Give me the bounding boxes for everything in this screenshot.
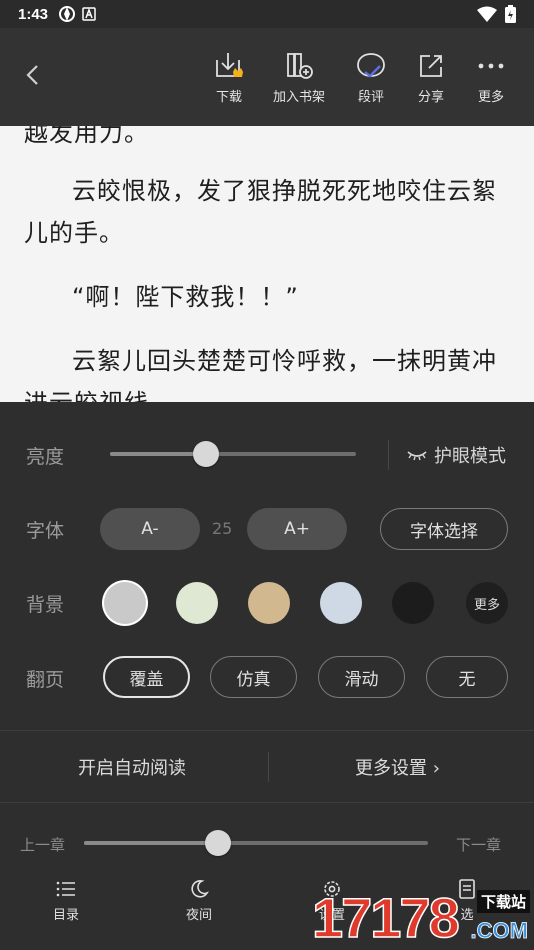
bookshelf-add-icon — [287, 53, 313, 79]
sync-status-icon — [59, 6, 76, 22]
bottom-links-divider — [268, 752, 269, 782]
background-swatch-black[interactable] — [392, 582, 434, 624]
site-watermark: 17178 下载站 .COM — [311, 884, 534, 950]
share-label: 分享 — [417, 90, 444, 105]
add-to-shelf-button[interactable]: 加入书架 — [268, 50, 330, 105]
page-turn-cover[interactable]: 覆盖 — [103, 656, 190, 698]
wifi-icon — [477, 6, 497, 22]
reading-page[interactable]: 越发用力。 云皎恨极，发了狠挣脱死死地咬住云絮儿的手。 “啊！陛下救我！！” 云… — [0, 126, 534, 402]
paragraph-4: 云絮儿回头楚楚可怜呼救，一抹明黄冲进云皎视线 — [24, 347, 497, 402]
toc-label: 目录 — [52, 908, 79, 923]
prev-chapter-button[interactable]: 上一章 — [20, 834, 65, 855]
chapter-progress-knob[interactable] — [205, 830, 232, 856]
back-button[interactable] — [18, 58, 48, 92]
list-icon — [56, 881, 75, 897]
share-icon — [420, 55, 442, 77]
brightness-slider-knob[interactable] — [192, 441, 219, 467]
brightness-label: 亮度 — [26, 446, 65, 468]
font-label: 字体 — [26, 520, 65, 542]
next-chapter-button[interactable]: 下一章 — [456, 834, 501, 855]
eye-mode-label: 护眼模式 — [434, 446, 506, 467]
background-swatch-green[interactable] — [176, 582, 218, 624]
download-button[interactable]: 下载 — [198, 50, 260, 105]
night-mode-label: 夜间 — [185, 908, 212, 923]
page-turn-none[interactable]: 无 — [426, 656, 508, 698]
more-button[interactable]: 更多 — [460, 50, 522, 105]
more-settings-button[interactable]: 更多设置 › — [355, 754, 440, 780]
chapter-progress-slider[interactable] — [84, 841, 428, 845]
chevron-left-icon — [26, 65, 38, 85]
night-mode-button[interactable]: 夜间 — [164, 878, 234, 923]
settings-panel: 亮度 护眼模式 字体 A- 25 A+ 字体选择 背景 更多 翻页 覆盖 仿真 … — [0, 402, 534, 950]
panel-divider-1 — [0, 730, 534, 731]
share-button[interactable]: 分享 — [400, 50, 462, 105]
panel-divider-2 — [0, 802, 534, 803]
page-turn-slide[interactable]: 滑动 — [318, 656, 405, 698]
font-select-button[interactable]: 字体选择 — [380, 508, 508, 550]
background-label: 背景 — [26, 594, 65, 616]
moon-icon — [191, 880, 209, 898]
background-swatch-gray[interactable] — [104, 582, 146, 624]
status-time: 1:43 — [18, 5, 49, 23]
status-bar: 1:43 — [0, 0, 534, 28]
paragraph-comment-button[interactable]: 段评 — [340, 50, 402, 105]
paragraph-1: 越发用力。 — [24, 126, 149, 147]
toc-button[interactable]: 目录 — [31, 878, 101, 923]
brightness-slider[interactable] — [110, 452, 356, 456]
watermark-number: 17178 — [311, 886, 460, 949]
paragraph-3: “啊！陛下救我！！” — [72, 283, 299, 311]
paragraph-comment-label: 段评 — [357, 90, 384, 105]
app-notification-icon — [82, 7, 96, 21]
add-to-shelf-label: 加入书架 — [272, 90, 325, 105]
font-increase-button[interactable]: A+ — [247, 508, 347, 550]
background-swatch-tan[interactable] — [248, 582, 290, 624]
download-icon — [216, 53, 243, 77]
closed-eye-icon — [407, 451, 427, 461]
page-turn-label: 翻页 — [26, 669, 65, 691]
background-swatch-blue[interactable] — [320, 582, 362, 624]
battery-icon — [505, 5, 516, 23]
eye-mode-toggle[interactable]: 护眼模式 — [406, 442, 506, 468]
watermark-domain: .COM — [470, 918, 528, 944]
font-decrease-button[interactable]: A- — [100, 508, 200, 550]
more-label: 更多 — [477, 90, 504, 105]
more-dots-icon — [478, 63, 504, 69]
auto-read-button[interactable]: 开启自动阅读 — [78, 754, 186, 780]
page-turn-simulate[interactable]: 仿真 — [210, 656, 297, 698]
paragraph-2: 云皎恨极，发了狠挣脱死死地咬住云絮儿的手。 — [24, 177, 497, 247]
watermark-tag: 下载站 — [476, 890, 530, 913]
download-label: 下载 — [215, 90, 242, 105]
reader-toolbar: 下载 加入书架 段评 分享 更多 — [0, 28, 534, 126]
brightness-divider — [388, 440, 389, 470]
brightness-slider-fill — [110, 452, 206, 456]
font-size-value: 25 — [212, 519, 233, 538]
comment-bubble-icon — [357, 53, 385, 78]
background-more-button[interactable]: 更多 — [466, 582, 508, 624]
chapter-progress-fill — [84, 841, 219, 845]
